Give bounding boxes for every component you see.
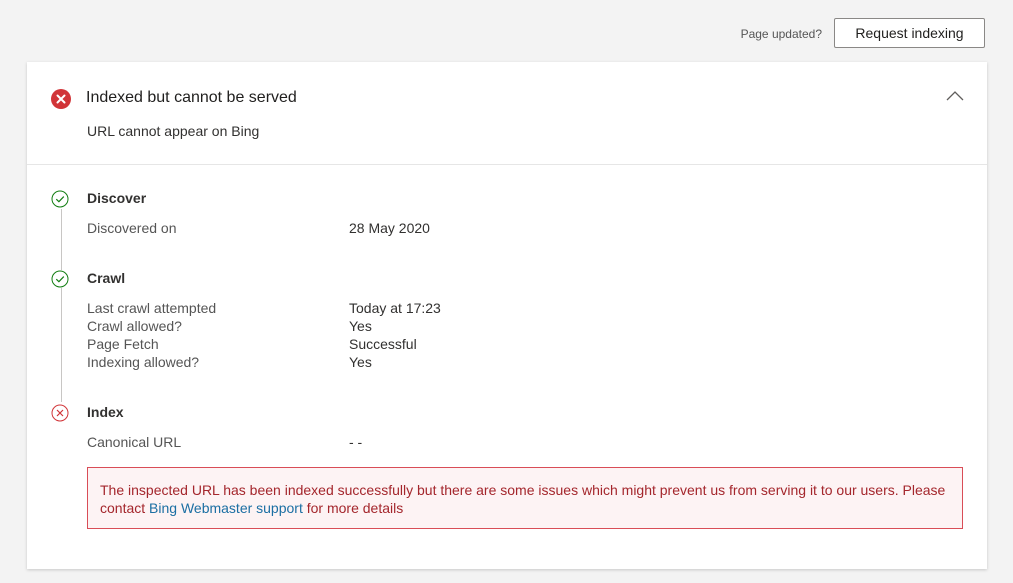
row-label: Canonical URL [87, 434, 182, 450]
error-alert: The inspected URL has been indexed succe… [87, 467, 963, 529]
step-title-index: Index [87, 404, 124, 420]
bing-webmaster-support-link[interactable]: Bing Webmaster support [149, 500, 303, 516]
row-value: 28 May 2020 [349, 220, 430, 236]
row-label: Last crawl attempted [87, 300, 217, 316]
checkmark-circle-icon [51, 190, 69, 208]
row-value: Today at 17:23 [349, 300, 441, 316]
row-label: Indexing allowed? [87, 354, 200, 370]
row-value: Successful [349, 336, 417, 352]
top-toolbar: Page updated? Request indexing [0, 0, 1013, 62]
request-indexing-button[interactable]: Request indexing [834, 18, 985, 48]
row-value: - - [349, 434, 363, 450]
step-title-crawl: Crawl [87, 270, 126, 286]
row-label: Discovered on [87, 220, 177, 236]
status-subtitle: URL cannot appear on Bing [87, 123, 260, 139]
alert-text-end: for more details [302, 500, 404, 516]
inspection-result-card: Indexed but cannot be served URL cannot … [27, 62, 987, 569]
timeline-line [61, 209, 62, 402]
step-title-discover: Discover [87, 190, 147, 206]
error-circle-icon [51, 404, 69, 422]
row-label: Crawl allowed? [87, 318, 182, 334]
checkmark-circle-icon [51, 270, 69, 288]
card-header: Indexed but cannot be served URL cannot … [27, 62, 987, 165]
page-updated-label: Page updated? [740, 27, 822, 41]
status-title: Indexed but cannot be served [86, 89, 297, 106]
row-value: Yes [349, 318, 372, 334]
error-circle-filled-icon [51, 89, 71, 109]
row-value: Yes [349, 354, 372, 370]
row-label: Page Fetch [87, 336, 159, 352]
chevron-up-icon[interactable] [943, 88, 967, 104]
